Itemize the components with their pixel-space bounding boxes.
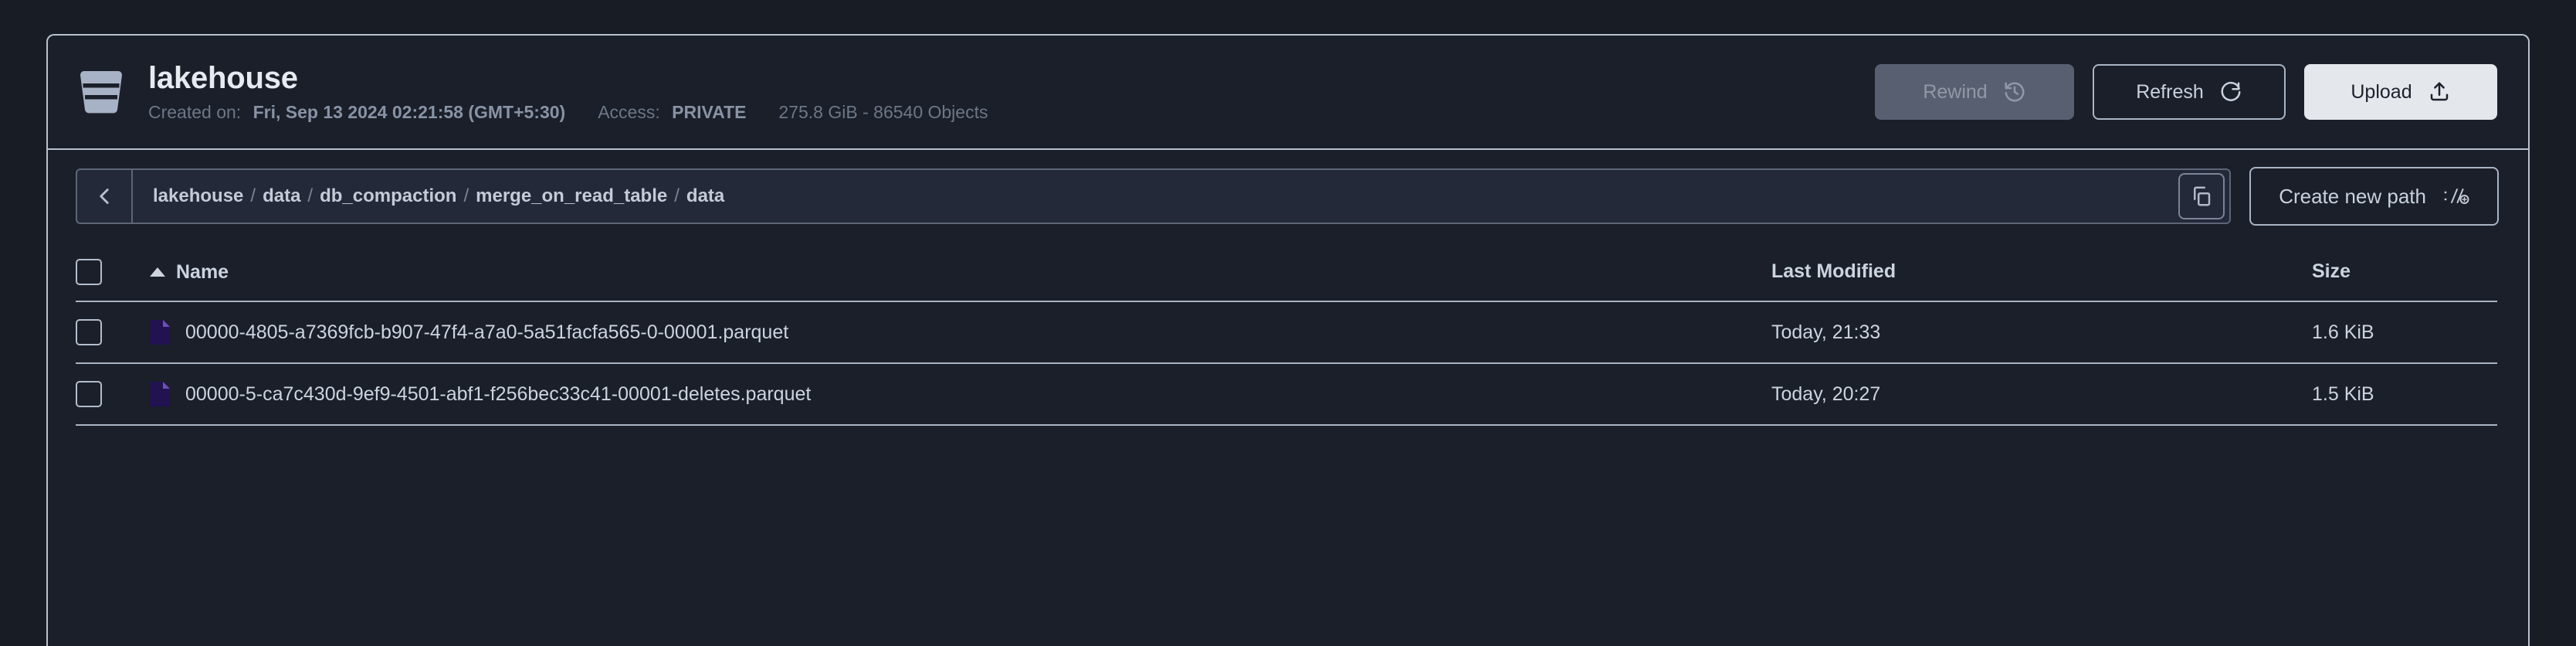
sort-by-name-control[interactable]: Name bbox=[150, 261, 229, 284]
breadcrumb-item-4[interactable]: data bbox=[686, 185, 724, 207]
breadcrumb-item-3[interactable]: merge_on_read_table bbox=[476, 185, 667, 207]
breadcrumb-separator: / bbox=[463, 185, 469, 206]
file-table-head: Name Last Modified Size bbox=[76, 243, 2497, 302]
rewind-button-label: Rewind bbox=[1923, 80, 1988, 103]
table-row[interactable]: 00000-4805-a7369fcb-b907-47f4-a7a0-5a51f… bbox=[76, 301, 2497, 364]
access-label: Access: bbox=[598, 101, 660, 122]
bucket-icon bbox=[80, 70, 123, 114]
back-button[interactable] bbox=[77, 170, 133, 223]
row-size-cell: 1.5 KiB bbox=[2312, 363, 2497, 426]
header-actions: Rewind Refresh Upload bbox=[1875, 64, 2497, 120]
column-header-size[interactable]: Size bbox=[2312, 243, 2497, 302]
select-all-header bbox=[76, 243, 150, 302]
file-table: Name Last Modified Size 00000-4805-a7369… bbox=[76, 243, 2497, 426]
breadcrumb-separator: / bbox=[307, 185, 314, 206]
file-name-link[interactable]: 00000-5-ca7c430d-9ef9-4501-abf1-f256bec3… bbox=[185, 383, 811, 406]
created-on-label: Created on: bbox=[148, 101, 242, 122]
row-checkbox[interactable] bbox=[76, 319, 102, 345]
row-last-modified-cell: Today, 21:33 bbox=[1771, 301, 2312, 364]
rewind-button[interactable]: Rewind bbox=[1875, 64, 2074, 120]
row-checkbox[interactable] bbox=[76, 381, 102, 407]
breadcrumb-item-0[interactable]: lakehouse bbox=[153, 185, 243, 207]
bucket-browser-card: lakehouse Created on: Fri, Sep 13 2024 0… bbox=[46, 34, 2530, 646]
copy-icon bbox=[2194, 186, 2211, 206]
refresh-button-label: Refresh bbox=[2136, 80, 2204, 103]
column-header-last-modified[interactable]: Last Modified bbox=[1771, 243, 2312, 302]
row-name-cell: 00000-5-ca7c430d-9ef9-4501-abf1-f256bec3… bbox=[150, 363, 1771, 426]
create-new-path-button[interactable]: Create new path bbox=[2249, 167, 2499, 226]
sort-ascending-icon bbox=[150, 267, 165, 277]
access-value: PRIVATE bbox=[672, 101, 747, 122]
column-header-name[interactable]: Name bbox=[150, 243, 1771, 302]
column-header-name-label: Name bbox=[176, 260, 229, 283]
refresh-button[interactable]: Refresh bbox=[2093, 64, 2286, 120]
parquet-file-icon bbox=[150, 382, 170, 406]
file-name-link[interactable]: 00000-4805-a7369fcb-b907-47f4-a7a0-5a51f… bbox=[185, 321, 788, 344]
created-on-value: Fri, Sep 13 2024 02:21:58 (GMT+5:30) bbox=[253, 101, 566, 122]
page-root: lakehouse Created on: Fri, Sep 13 2024 0… bbox=[0, 0, 2576, 646]
bucket-header-text: lakehouse Created on: Fri, Sep 13 2024 0… bbox=[148, 61, 1875, 123]
breadcrumb: lakehouse / data / db_compaction / merge… bbox=[133, 170, 2178, 223]
chevron-left-icon bbox=[100, 189, 109, 204]
row-name-cell: 00000-4805-a7369fcb-b907-47f4-a7a0-5a51f… bbox=[150, 301, 1771, 364]
parquet-file-icon bbox=[150, 320, 170, 345]
breadcrumb-item-1[interactable]: data bbox=[263, 185, 300, 207]
file-table-container: Name Last Modified Size 00000-4805-a7369… bbox=[48, 243, 2528, 426]
page-title: lakehouse bbox=[148, 61, 298, 96]
select-all-checkbox[interactable] bbox=[76, 258, 102, 285]
created-on-group: Created on: Fri, Sep 13 2024 02:21:58 (G… bbox=[148, 102, 565, 123]
path-bar: lakehouse / data / db_compaction / merge… bbox=[48, 150, 2528, 243]
row-select-cell bbox=[76, 363, 150, 426]
upload-button-label: Upload bbox=[2351, 80, 2412, 103]
file-table-body: 00000-4805-a7369fcb-b907-47f4-a7a0-5a51f… bbox=[76, 301, 2497, 426]
breadcrumb-item-2[interactable]: db_compaction bbox=[320, 185, 456, 207]
bucket-meta: Created on: Fri, Sep 13 2024 02:21:58 (G… bbox=[148, 102, 1875, 123]
table-header-row: Name Last Modified Size bbox=[76, 243, 2497, 302]
access-group: Access: PRIVATE bbox=[598, 102, 746, 123]
refresh-icon bbox=[2221, 81, 2241, 101]
new-path-icon bbox=[2444, 189, 2469, 204]
row-size-cell: 1.6 KiB bbox=[2312, 301, 2497, 364]
history-rewind-icon bbox=[2005, 82, 2025, 102]
bucket-stats: 275.8 GiB - 86540 Objects bbox=[778, 101, 988, 122]
create-new-path-label: Create new path bbox=[2279, 184, 2426, 208]
path-box: lakehouse / data / db_compaction / merge… bbox=[76, 168, 2232, 224]
table-row[interactable]: 00000-5-ca7c430d-9ef9-4501-abf1-f256bec3… bbox=[76, 363, 2497, 426]
upload-icon bbox=[2430, 82, 2448, 101]
row-select-cell bbox=[76, 301, 150, 364]
row-last-modified-cell: Today, 20:27 bbox=[1771, 363, 2312, 426]
copy-path-button[interactable] bbox=[2178, 173, 2225, 219]
breadcrumb-separator: / bbox=[674, 185, 680, 206]
breadcrumb-separator: / bbox=[250, 185, 256, 206]
upload-button[interactable]: Upload bbox=[2304, 64, 2497, 120]
bucket-header: lakehouse Created on: Fri, Sep 13 2024 0… bbox=[48, 36, 2528, 150]
